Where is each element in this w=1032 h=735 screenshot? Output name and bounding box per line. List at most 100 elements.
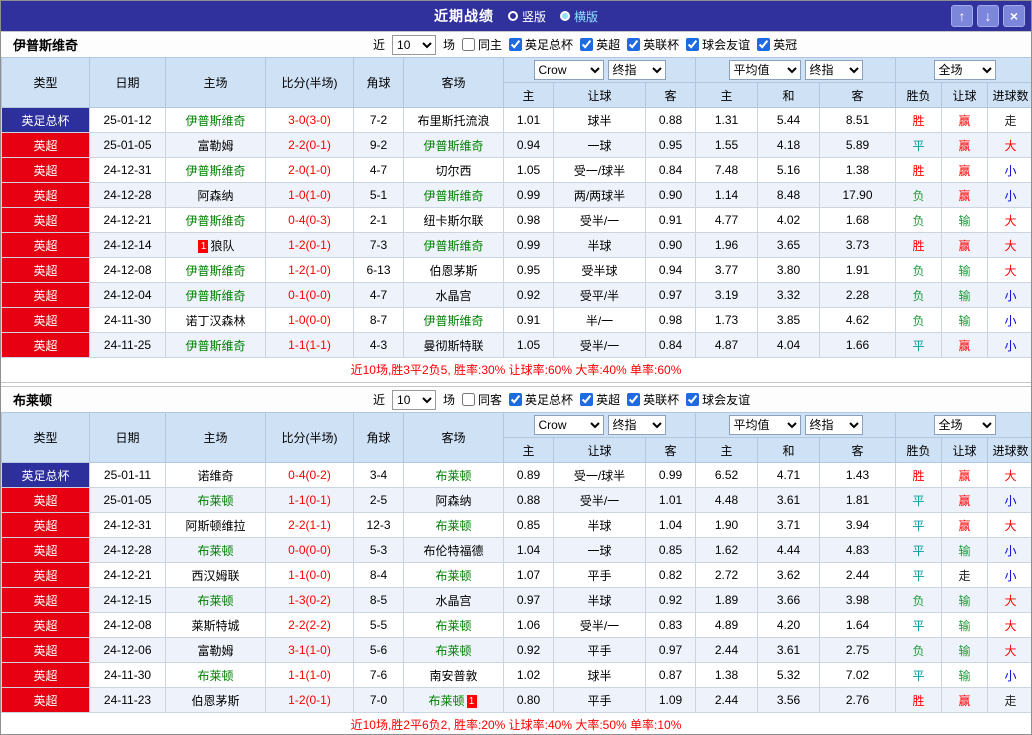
match-date: 24-12-31 <box>89 512 166 538</box>
arrow-down-icon[interactable]: ↓ <box>977 5 999 27</box>
avg-stage-select[interactable]: 终指 <box>804 60 863 80</box>
layout-radio-horizontal[interactable]: 横版 <box>560 8 598 25</box>
avg-away: 1.43 <box>818 462 897 488</box>
away-team-cell: 伯恩茅斯 <box>403 257 504 283</box>
handicap-line: 受半/一 <box>553 207 646 233</box>
result-goals: 大 <box>987 232 1031 258</box>
eflcup-checkbox[interactable] <box>627 38 641 51</box>
result-wdl: 负 <box>895 637 943 663</box>
layout-radio-vertical[interactable]: 竖版 <box>507 8 546 25</box>
friendly-label: 球会友谊 <box>702 38 751 52</box>
league-badge: 英足总杯 <box>1 462 90 488</box>
league-filter-epl[interactable]: 英超 <box>580 36 620 53</box>
result-handicap: 赢 <box>941 157 989 183</box>
league-filter-championship[interactable]: 英冠 <box>757 36 797 53</box>
avg-draw: 4.71 <box>757 462 820 488</box>
col-wdl: 胜负 <box>895 82 943 108</box>
col-home: 主场 <box>165 57 266 108</box>
radio-selected-icon <box>560 11 570 21</box>
eflcup-checkbox[interactable] <box>627 393 641 406</box>
odds-stage-select[interactable]: 终指 <box>607 60 666 80</box>
odds-away: 0.88 <box>645 107 696 133</box>
facup-checkbox[interactable] <box>509 393 523 406</box>
avg-draw: 3.32 <box>757 282 820 308</box>
avg-away: 1.64 <box>818 612 897 638</box>
league-filter-epl[interactable]: 英超 <box>580 391 620 408</box>
result-wdl: 负 <box>895 307 943 333</box>
friendly-checkbox[interactable] <box>686 38 700 51</box>
facup-checkbox[interactable] <box>509 38 523 51</box>
fulltime-scope-select[interactable]: 全场 <box>933 415 996 435</box>
home-team-cell: 布莱顿 <box>165 662 266 688</box>
bookmaker-select[interactable]: Crow <box>533 60 604 80</box>
bookmaker-select[interactable]: Crow <box>533 415 604 435</box>
home-team: 伊普斯维奇 <box>185 113 246 128</box>
friendly-checkbox[interactable] <box>686 393 700 406</box>
home-team-cell: 伊普斯维奇 <box>165 332 266 358</box>
league-filter-eflcup[interactable]: 英联杯 <box>627 391 679 408</box>
average-select[interactable]: 平均值 <box>728 415 801 435</box>
col-avg-away: 客 <box>818 437 897 463</box>
result-goals: 小 <box>987 157 1031 183</box>
away-team: 布里斯托流浪 <box>417 113 490 128</box>
avg-home: 6.52 <box>695 462 758 488</box>
handicap-line: 半球 <box>553 587 646 613</box>
avg-away: 5.89 <box>818 132 897 158</box>
friendly-label: 球会友谊 <box>702 393 751 407</box>
col-avg-home: 主 <box>695 82 758 108</box>
close-icon[interactable]: × <box>1003 5 1025 27</box>
league-filter-friendly[interactable]: 球会友谊 <box>686 36 750 53</box>
avg-stage-select[interactable]: 终指 <box>804 415 863 435</box>
handicap-line: 一球 <box>553 132 646 158</box>
league-filter-facup[interactable]: 英足总杯 <box>509 391 573 408</box>
fulltime-scope-select[interactable]: 全场 <box>933 60 996 80</box>
league-badge: 英超 <box>1 662 90 688</box>
avg-draw: 3.85 <box>757 307 820 333</box>
epl-checkbox[interactable] <box>580 393 594 406</box>
odds-away: 0.84 <box>645 332 696 358</box>
result-wdl: 胜 <box>895 107 943 133</box>
league-filter-facup[interactable]: 英足总杯 <box>509 36 573 53</box>
result-handicap: 输 <box>941 307 989 333</box>
scope-select-group: 全场 <box>895 412 1031 438</box>
league-filter-eflcup[interactable]: 英联杯 <box>627 36 679 53</box>
col-goals: 进球数 <box>987 437 1031 463</box>
odds-home: 1.05 <box>503 332 554 358</box>
avg-away: 2.75 <box>818 637 897 663</box>
avg-home: 1.38 <box>695 662 758 688</box>
avg-away: 2.44 <box>818 562 897 588</box>
away-team-cell: 南安普敦 <box>403 662 504 688</box>
average-select[interactable]: 平均值 <box>728 60 801 80</box>
odds-home: 0.94 <box>503 132 554 158</box>
away-team: 南安普敦 <box>429 668 478 683</box>
result-handicap: 赢 <box>941 232 989 258</box>
match-count-select[interactable]: 10 <box>392 389 437 410</box>
corners: 4-7 <box>353 157 404 183</box>
championship-checkbox[interactable] <box>757 38 771 51</box>
match-count-select[interactable]: 10 <box>392 34 437 55</box>
handicap-line: 两/两球半 <box>553 182 646 208</box>
same-home-label: 同主 <box>478 38 503 52</box>
corners: 4-7 <box>353 282 404 308</box>
same-home-checkbox[interactable] <box>462 38 476 51</box>
away-team-cell: 布莱顿 <box>403 512 504 538</box>
score: 0-0(0-0) <box>265 537 354 563</box>
avg-away: 1.68 <box>818 207 897 233</box>
result-handicap: 输 <box>941 537 989 563</box>
same-away-filter[interactable]: 同客 <box>462 391 502 408</box>
col-avg-home: 主 <box>695 437 758 463</box>
league-filter-friendly[interactable]: 球会友谊 <box>686 391 750 408</box>
same-home-filter[interactable]: 同主 <box>462 36 502 53</box>
epl-checkbox[interactable] <box>580 38 594 51</box>
horizontal-layout-label: 横版 <box>574 9 599 24</box>
league-badge: 英超 <box>1 257 90 283</box>
result-handicap: 输 <box>941 612 989 638</box>
arrow-up-icon[interactable]: ↑ <box>951 5 973 27</box>
match-date: 24-12-28 <box>89 182 166 208</box>
same-away-checkbox[interactable] <box>462 393 476 406</box>
home-team: 狼队 <box>210 238 235 253</box>
away-team: 伊普斯维奇 <box>423 238 484 253</box>
odds-stage-select[interactable]: 终指 <box>607 415 666 435</box>
odds-home: 0.89 <box>503 462 554 488</box>
games-label: 场 <box>443 38 456 52</box>
